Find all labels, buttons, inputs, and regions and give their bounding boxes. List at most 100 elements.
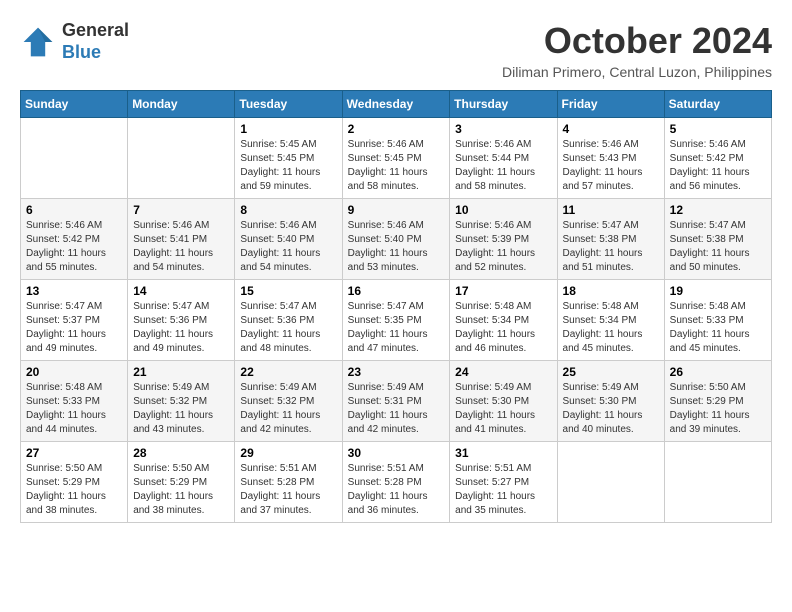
day-number: 25 (563, 365, 659, 379)
day-number: 11 (563, 203, 659, 217)
day-info: Sunrise: 5:49 AMSunset: 5:32 PMDaylight:… (240, 381, 336, 437)
calendar-cell: 5 Sunrise: 5:46 AMSunset: 5:42 PMDaylight… (664, 118, 771, 199)
logo: General Blue (20, 20, 129, 63)
day-info: Sunrise: 5:46 AMSunset: 5:42 PMDaylight:… (26, 219, 122, 275)
day-number: 2 (348, 122, 445, 136)
calendar-cell (557, 442, 664, 523)
calendar-cell: 24 Sunrise: 5:49 AMSunset: 5:30 PMDayligh… (450, 361, 557, 442)
day-info: Sunrise: 5:50 AMSunset: 5:29 PMDaylight:… (133, 462, 229, 518)
day-number: 22 (240, 365, 336, 379)
page-header: General Blue October 2024 Diliman Primer… (20, 20, 772, 80)
calendar-cell: 19 Sunrise: 5:48 AMSunset: 5:33 PMDayligh… (664, 280, 771, 361)
day-info: Sunrise: 5:47 AMSunset: 5:37 PMDaylight:… (26, 300, 122, 356)
calendar-cell: 18 Sunrise: 5:48 AMSunset: 5:34 PMDayligh… (557, 280, 664, 361)
day-info: Sunrise: 5:48 AMSunset: 5:33 PMDaylight:… (670, 300, 766, 356)
calendar-cell: 27Sunrise: 5:50 AMSunset: 5:29 PMDayligh… (21, 442, 128, 523)
calendar-cell: 11 Sunrise: 5:47 AMSunset: 5:38 PMDayligh… (557, 199, 664, 280)
day-number: 7 (133, 203, 229, 217)
day-number: 12 (670, 203, 766, 217)
calendar-cell (21, 118, 128, 199)
day-number: 31 (455, 446, 551, 460)
weekday-header: Monday (128, 91, 235, 118)
calendar-cell: 22 Sunrise: 5:49 AMSunset: 5:32 PMDayligh… (235, 361, 342, 442)
weekday-header: Friday (557, 91, 664, 118)
month-year-title: October 2024 (502, 20, 772, 62)
day-number: 4 (563, 122, 659, 136)
day-info: Sunrise: 5:46 AMSunset: 5:40 PMDaylight:… (240, 219, 336, 275)
day-number: 18 (563, 284, 659, 298)
calendar-cell: 2 Sunrise: 5:46 AMSunset: 5:45 PMDaylight… (342, 118, 450, 199)
day-info: Sunrise: 5:46 AMSunset: 5:45 PMDaylight:… (348, 138, 445, 194)
calendar-cell: 6 Sunrise: 5:46 AMSunset: 5:42 PMDaylight… (21, 199, 128, 280)
day-number: 21 (133, 365, 229, 379)
day-number: 30 (348, 446, 445, 460)
logo-text: General Blue (62, 20, 129, 63)
day-info: Sunrise: 5:51 AMSunset: 5:28 PMDaylight:… (240, 462, 336, 518)
day-number: 3 (455, 122, 551, 136)
calendar-cell: 25 Sunrise: 5:49 AMSunset: 5:30 PMDayligh… (557, 361, 664, 442)
calendar-cell: 12 Sunrise: 5:47 AMSunset: 5:38 PMDayligh… (664, 199, 771, 280)
day-info: Sunrise: 5:48 AMSunset: 5:34 PMDaylight:… (455, 300, 551, 356)
calendar-week-row: 27 Sunrise: 5:50 AMSunset: 5:29 PMDayligh… (21, 442, 772, 523)
day-number: 28 (133, 446, 229, 460)
day-number: 26 (670, 365, 766, 379)
day-number: 27 (26, 446, 122, 460)
day-info: Sunrise: 5:48 AMSunset: 5:33 PMDaylight:… (26, 381, 122, 437)
calendar-week-row: 20 Sunrise: 5:48 AMSunset: 5:33 PMDayligh… (21, 361, 772, 442)
weekday-header: Sunday (21, 91, 128, 118)
calendar-cell: 10 Sunrise: 5:46 AMSunset: 5:39 PMDayligh… (450, 199, 557, 280)
day-number: 23 (348, 365, 445, 379)
calendar-cell: 16Sunrise: 5:47 AMSunset: 5:35 PMDayligh… (342, 280, 450, 361)
calendar-cell: 15 Sunrise: 5:47 AMSunset: 5:36 PMDayligh… (235, 280, 342, 361)
day-number: 24 (455, 365, 551, 379)
day-info: Sunrise: 5:46 AMSunset: 5:44 PMDaylight:… (455, 138, 551, 194)
day-number: 20 (26, 365, 122, 379)
calendar-week-row: 6 Sunrise: 5:46 AMSunset: 5:42 PMDaylight… (21, 199, 772, 280)
calendar-cell: 8Sunrise: 5:46 AMSunset: 5:40 PMDaylight… (235, 199, 342, 280)
calendar-week-row: 1 Sunrise: 5:45 AMSunset: 5:45 PMDaylight… (21, 118, 772, 199)
calendar-cell: 23 Sunrise: 5:49 AMSunset: 5:31 PMDayligh… (342, 361, 450, 442)
day-number: 15 (240, 284, 336, 298)
day-number: 14 (133, 284, 229, 298)
day-info: Sunrise: 5:46 AMSunset: 5:42 PMDaylight:… (670, 138, 766, 194)
calendar-cell: 4Sunrise: 5:46 AMSunset: 5:43 PMDaylight… (557, 118, 664, 199)
calendar-cell: 14 Sunrise: 5:47 AMSunset: 5:36 PMDayligh… (128, 280, 235, 361)
weekday-header: Saturday (664, 91, 771, 118)
weekday-header: Wednesday (342, 91, 450, 118)
calendar-cell: 30 Sunrise: 5:51 AMSunset: 5:28 PMDayligh… (342, 442, 450, 523)
calendar-cell: 29Sunrise: 5:51 AMSunset: 5:28 PMDayligh… (235, 442, 342, 523)
day-info: Sunrise: 5:46 AMSunset: 5:41 PMDaylight:… (133, 219, 229, 275)
day-number: 19 (670, 284, 766, 298)
day-info: Sunrise: 5:49 AMSunset: 5:32 PMDaylight:… (133, 381, 229, 437)
day-info: Sunrise: 5:49 AMSunset: 5:30 PMDaylight:… (455, 381, 551, 437)
day-number: 1 (240, 122, 336, 136)
calendar-cell: 26Sunrise: 5:50 AMSunset: 5:29 PMDayligh… (664, 361, 771, 442)
day-number: 17 (455, 284, 551, 298)
calendar-cell: 13Sunrise: 5:47 AMSunset: 5:37 PMDayligh… (21, 280, 128, 361)
day-info: Sunrise: 5:49 AMSunset: 5:31 PMDaylight:… (348, 381, 445, 437)
day-info: Sunrise: 5:47 AMSunset: 5:38 PMDaylight:… (563, 219, 659, 275)
weekday-header-row: SundayMondayTuesdayWednesdayThursdayFrid… (21, 91, 772, 118)
day-info: Sunrise: 5:51 AMSunset: 5:28 PMDaylight:… (348, 462, 445, 518)
day-info: Sunrise: 5:47 AMSunset: 5:38 PMDaylight:… (670, 219, 766, 275)
calendar-cell: 9Sunrise: 5:46 AMSunset: 5:40 PMDaylight… (342, 199, 450, 280)
calendar-cell (128, 118, 235, 199)
day-info: Sunrise: 5:46 AMSunset: 5:39 PMDaylight:… (455, 219, 551, 275)
day-info: Sunrise: 5:45 AMSunset: 5:45 PMDaylight:… (240, 138, 336, 194)
calendar-cell (664, 442, 771, 523)
day-info: Sunrise: 5:47 AMSunset: 5:36 PMDaylight:… (240, 300, 336, 356)
calendar-cell: 28 Sunrise: 5:50 AMSunset: 5:29 PMDayligh… (128, 442, 235, 523)
day-info: Sunrise: 5:47 AMSunset: 5:35 PMDaylight:… (348, 300, 445, 356)
weekday-header: Tuesday (235, 91, 342, 118)
day-number: 10 (455, 203, 551, 217)
day-number: 6 (26, 203, 122, 217)
title-section: October 2024 Diliman Primero, Central Lu… (502, 20, 772, 80)
day-info: Sunrise: 5:49 AMSunset: 5:30 PMDaylight:… (563, 381, 659, 437)
day-info: Sunrise: 5:48 AMSunset: 5:34 PMDaylight:… (563, 300, 659, 356)
day-info: Sunrise: 5:47 AMSunset: 5:36 PMDaylight:… (133, 300, 229, 356)
day-number: 5 (670, 122, 766, 136)
calendar-cell: 3 Sunrise: 5:46 AMSunset: 5:44 PMDaylight… (450, 118, 557, 199)
day-number: 9 (348, 203, 445, 217)
day-info: Sunrise: 5:51 AMSunset: 5:27 PMDaylight:… (455, 462, 551, 518)
calendar-week-row: 13Sunrise: 5:47 AMSunset: 5:37 PMDayligh… (21, 280, 772, 361)
